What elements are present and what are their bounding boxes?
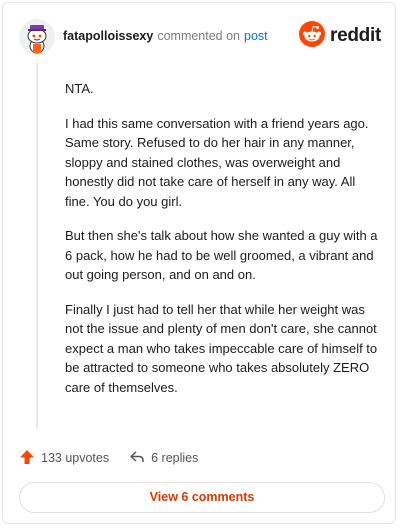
reddit-wordmark: reddit <box>330 25 381 46</box>
commented-on-label: commented on <box>157 29 241 43</box>
comment-paragraph: Finally I just had to tell her that whil… <box>65 301 378 395</box>
upvote-count: 133 upvotes <box>41 451 110 465</box>
username-link[interactable]: fatapolloissexy <box>63 29 153 43</box>
reddit-brand[interactable]: reddit <box>299 20 381 52</box>
view-comments-button[interactable]: View 6 comments <box>19 482 385 513</box>
comment-card: fatapolloissexy commented onpost reddit <box>2 2 396 524</box>
replies-button[interactable]: 6 replies <box>129 449 198 468</box>
comment-paragraph: NTA. <box>65 81 94 96</box>
snoo-avatar-icon[interactable] <box>19 19 55 55</box>
thread-line[interactable] <box>36 63 38 429</box>
comment-paragraph: But then she's talk about how she wanted… <box>65 228 378 282</box>
replies-count: 6 replies <box>151 451 199 465</box>
comment-body: NTA. I had this same conversation with a… <box>65 79 383 412</box>
reply-arrow-icon <box>129 449 151 468</box>
comment-header: fatapolloissexy commented on post reddit <box>19 19 381 55</box>
comment-meta: fatapolloissexy commented on post <box>63 29 268 43</box>
comment-actions: 133 upvotes 6 replies <box>19 448 198 468</box>
upvote-arrow-icon <box>19 449 41 468</box>
upvote-button[interactable]: 133 upvotes <box>19 449 109 468</box>
post-link[interactable]: post <box>244 29 268 43</box>
comment-paragraph: I had this same conversation with a frie… <box>65 115 369 209</box>
reddit-logo-icon <box>299 20 326 52</box>
